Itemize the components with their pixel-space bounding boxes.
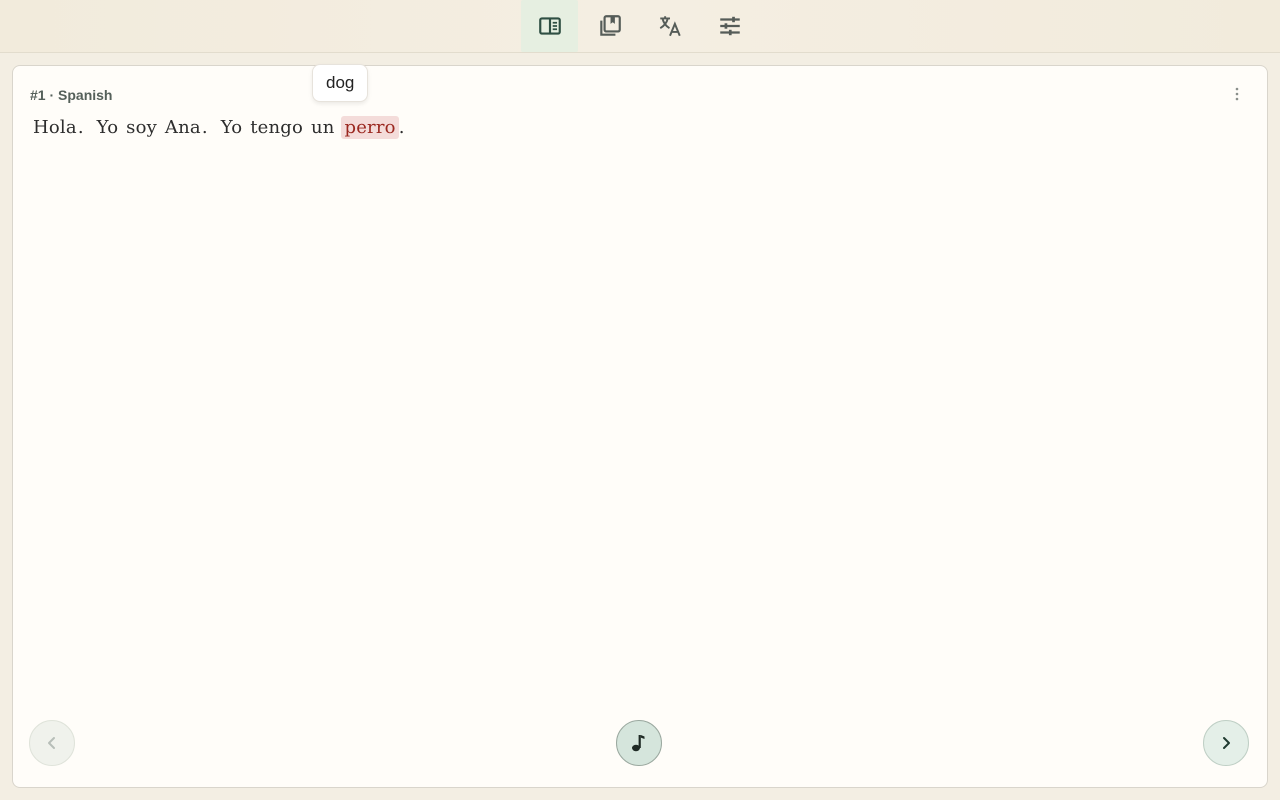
text-title: #1 · Spanish (30, 87, 113, 103)
word[interactable]: Yo (96, 117, 120, 138)
punctuation: . (201, 117, 208, 138)
more-vertical-icon (1235, 87, 1239, 101)
translate-icon (659, 16, 681, 37)
word[interactable]: Yo (220, 117, 244, 138)
chevron-right-icon (1223, 737, 1230, 749)
highlighted-word[interactable]: perro (341, 116, 399, 139)
settings-button[interactable] (701, 0, 758, 52)
music-note-icon (632, 735, 645, 752)
word[interactable]: tengo (249, 117, 304, 138)
top-toolbar (0, 0, 1280, 53)
reader-view-button[interactable] (521, 0, 578, 52)
word[interactable]: un (310, 117, 336, 138)
chevron-left-icon (48, 737, 55, 749)
more-options-button[interactable] (1225, 82, 1249, 106)
reader-icon (538, 17, 561, 35)
translation-popup: dog (312, 64, 369, 102)
bookmarks-icon (599, 15, 621, 36)
punctuation: . (77, 117, 84, 138)
reading-card: #1 · Spanish dog Hola. Yo soy Ana. Yo te… (12, 64, 1268, 788)
bookmarks-button[interactable] (581, 0, 638, 52)
punctuation: . (398, 117, 405, 138)
word[interactable]: Hola (32, 117, 78, 138)
word[interactable]: Ana (164, 117, 202, 138)
translate-button[interactable] (641, 0, 698, 52)
reading-text: Hola. Yo soy Ana. Yo tengo un perro. (32, 116, 405, 139)
next-page-button[interactable] (1203, 720, 1249, 766)
previous-page-button[interactable] (29, 720, 75, 766)
view-mode-toolbar (521, 0, 761, 52)
settings-sliders-icon (719, 16, 740, 36)
word[interactable]: soy (125, 117, 158, 138)
play-audio-button[interactable] (616, 720, 662, 766)
